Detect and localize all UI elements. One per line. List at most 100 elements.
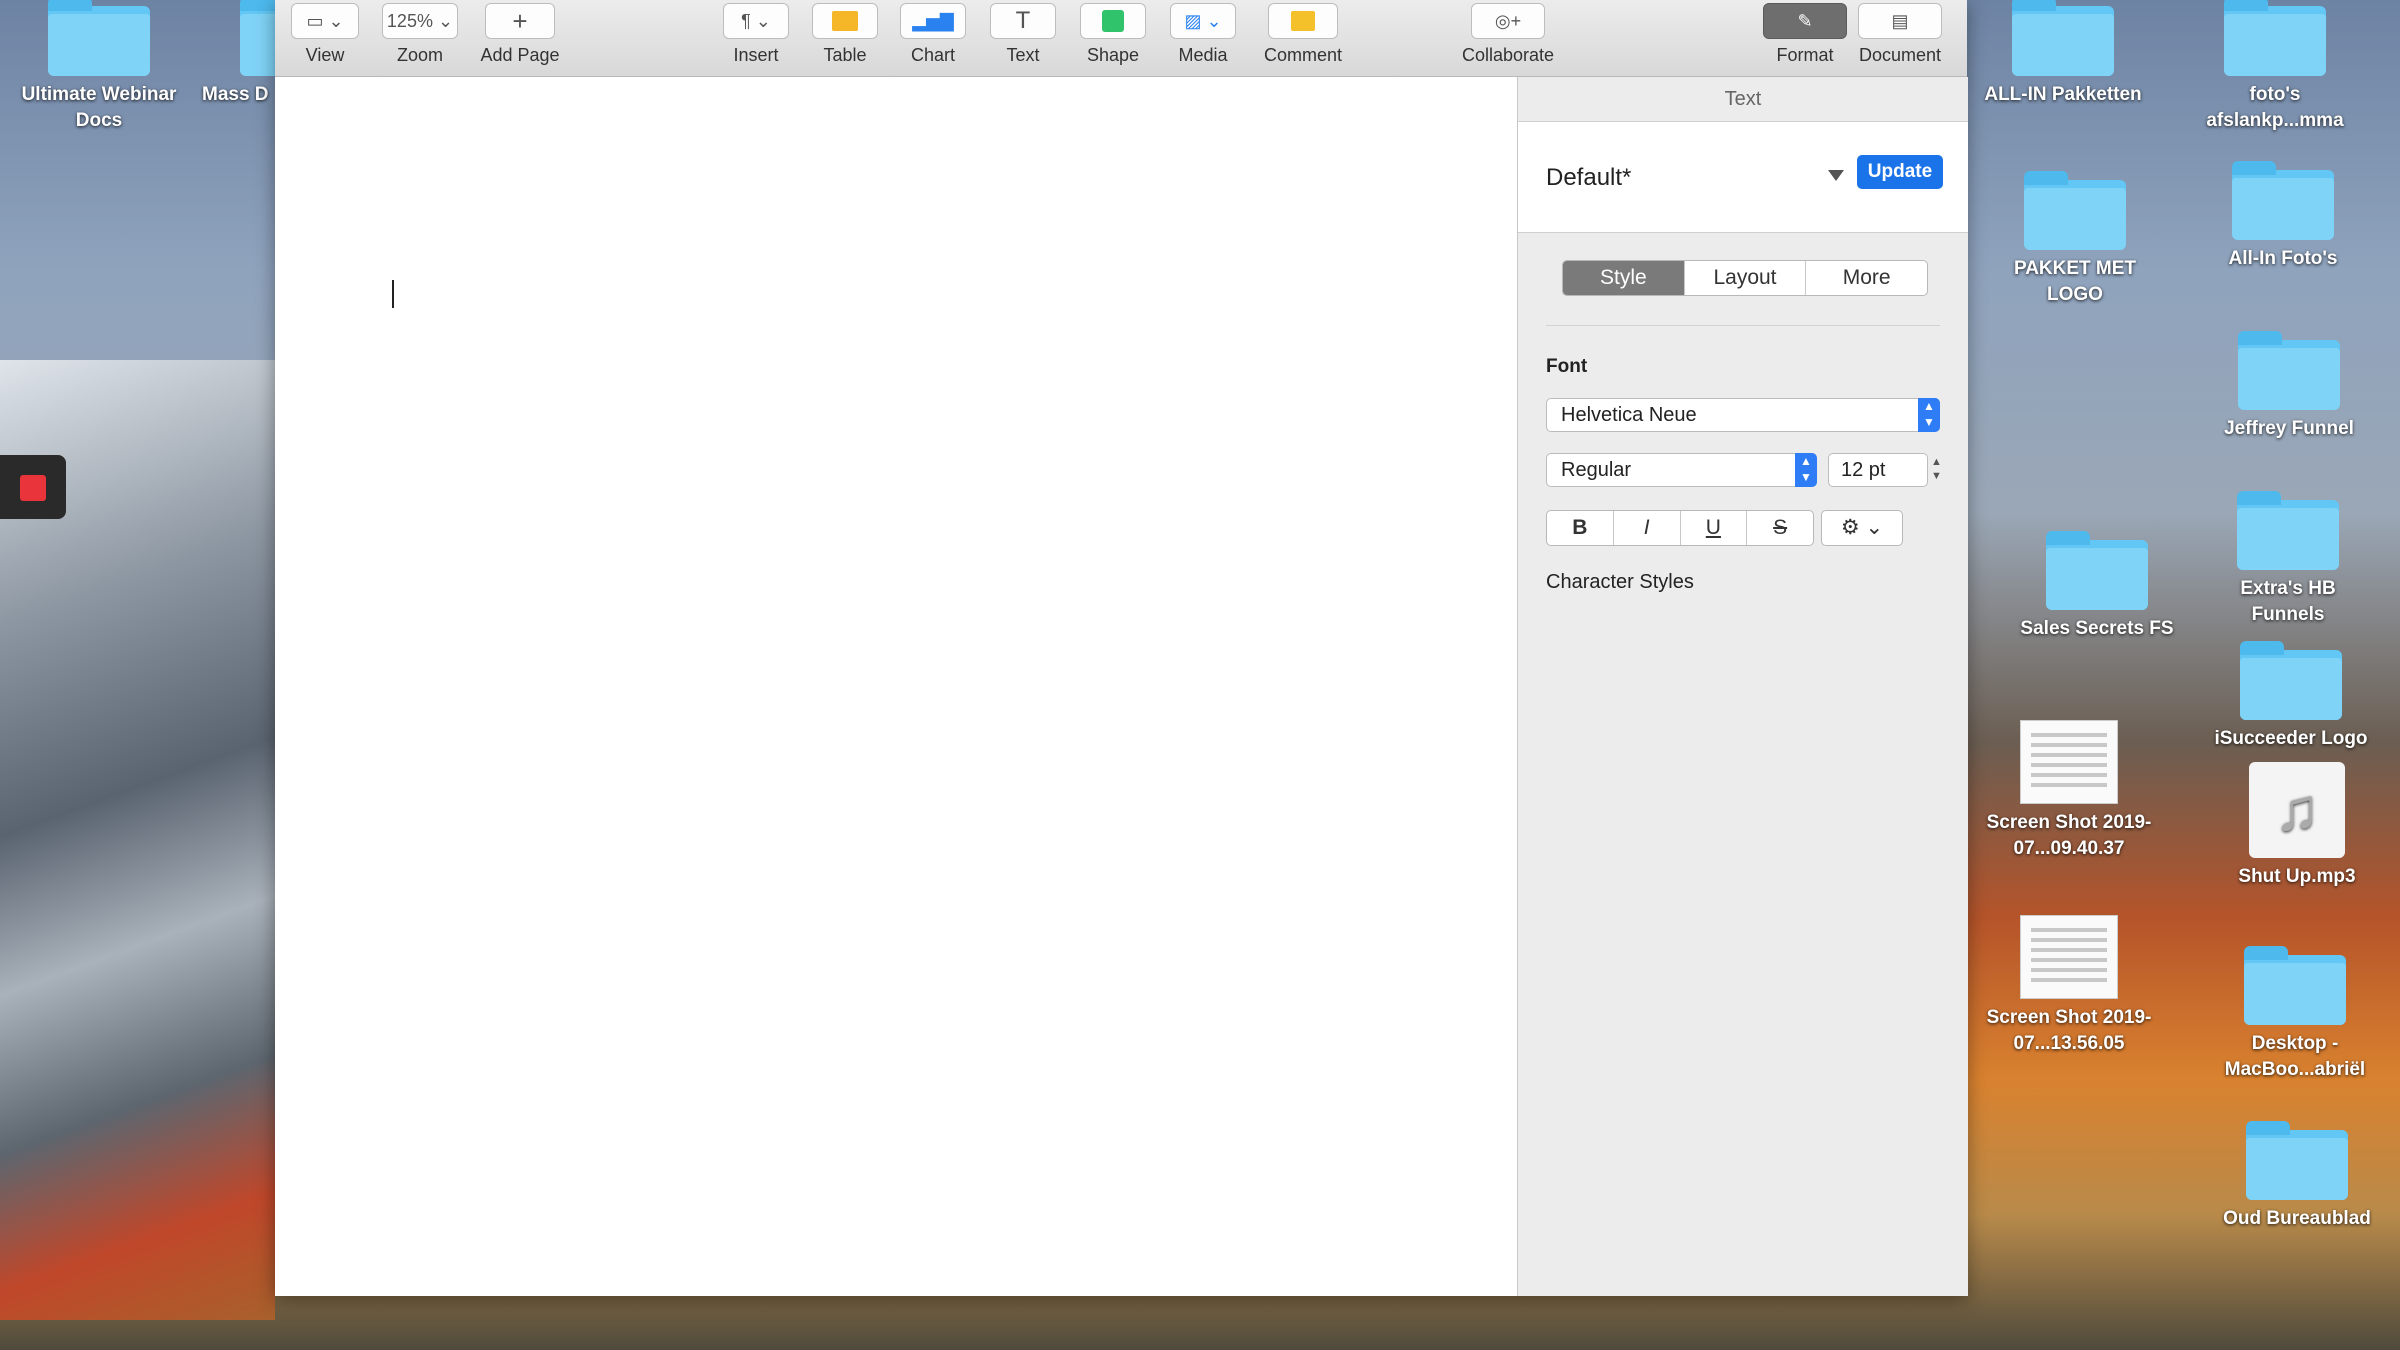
- desktop-folder-oud-bureaublad[interactable]: Oud Bureaublad: [2212, 1121, 2382, 1232]
- desktop-icon-label: Mass D: [202, 84, 269, 105]
- desktop-icon-label: All-In Foto's: [2228, 248, 2338, 269]
- table-icon: [812, 3, 878, 39]
- tab-layout[interactable]: Layout: [1685, 261, 1807, 295]
- font-size-field[interactable]: 12 pt: [1828, 453, 1928, 487]
- toolbar-chart[interactable]: ▂▅▇ Chart: [898, 3, 968, 66]
- up-down-stepper-icon: ▲ ▼: [1918, 398, 1940, 432]
- font-size-value: 12 pt: [1841, 459, 1886, 481]
- gear-glyph: ⚙: [1840, 516, 1860, 539]
- italic-button[interactable]: I: [1614, 511, 1681, 545]
- toolbar-zoom[interactable]: 125% ⌄ Zoom: [380, 3, 460, 66]
- text-box-icon: T: [990, 3, 1056, 39]
- up-down-stepper-icon: ▲ ▼: [1795, 453, 1817, 487]
- desktop-icon-label: Screen Shot 2019-07...13.56.05: [1986, 1007, 2152, 1054]
- desktop-folder-all-in-fotos[interactable]: All-In Foto's: [2198, 161, 2368, 272]
- document-icon: ▤: [1858, 3, 1942, 39]
- character-styles-label: Character Styles: [1546, 571, 1694, 593]
- paragraph-icon: ¶ ⌄: [723, 3, 789, 39]
- folder-icon: [2046, 531, 2148, 610]
- font-family-select[interactable]: Helvetica Neue ▲ ▼: [1546, 398, 1940, 432]
- desktop-folder-isucceeder-logo[interactable]: iSucceeder Logo: [2206, 641, 2376, 752]
- screen-record-stop-button[interactable]: [0, 455, 66, 519]
- tab-more[interactable]: More: [1806, 261, 1927, 295]
- bold-button[interactable]: B: [1547, 511, 1614, 545]
- toolbar-table[interactable]: Table: [810, 3, 880, 66]
- underline-button[interactable]: U: [1681, 511, 1748, 545]
- toolbar-collaborate[interactable]: ◎+ Collaborate: [1453, 3, 1563, 66]
- document-canvas[interactable]: [275, 77, 1517, 1296]
- text-cursor: [392, 280, 394, 308]
- desktop-folder-fotos-afslank[interactable]: foto's afslankp...mma: [2190, 0, 2360, 133]
- folder-icon: [2237, 491, 2339, 570]
- paragraph-style-box: Default* Update: [1518, 122, 1968, 233]
- collaborate-icon: ◎+: [1471, 3, 1545, 39]
- chart-icon: ▂▅▇: [900, 3, 966, 39]
- toolbar-label: Format: [1776, 45, 1834, 65]
- toolbar-label: Shape: [1086, 45, 1140, 65]
- toolbar-text[interactable]: T Text: [988, 3, 1058, 66]
- desktop-icon-label: foto's afslankp...mma: [2206, 84, 2344, 131]
- desktop-file-shut-up-mp3[interactable]: ♫ Shut Up.mp3: [2212, 762, 2382, 890]
- toolbar-label: View: [305, 45, 345, 65]
- toolbar: ▭ ⌄ View 125% ⌄ Zoom + Add Page ¶ ⌄ Inse…: [275, 0, 1967, 77]
- toolbar-view[interactable]: ▭ ⌄ View: [289, 3, 361, 66]
- shape-icon: [1080, 3, 1146, 39]
- toolbar-label: Add Page: [480, 45, 560, 65]
- desktop-icon-label: Jeffrey Funnel: [2224, 418, 2354, 439]
- folder-icon: [2246, 1121, 2348, 1200]
- comment-icon: [1268, 3, 1338, 39]
- desktop-icon-label: ALL-IN Pakketten: [1984, 84, 2142, 105]
- plus-icon: +: [485, 3, 555, 39]
- toolbar-document[interactable]: ▤ Document: [1850, 3, 1950, 66]
- desktop-folder-desktop-macbook[interactable]: Desktop - MacBoo...abriël: [2210, 946, 2380, 1082]
- divider: [1546, 325, 1940, 326]
- desktop-icon-label: Sales Secrets FS: [2020, 618, 2174, 639]
- desktop-folder-sales-secrets[interactable]: Sales Secrets FS: [2012, 531, 2182, 642]
- toolbar-label: Text: [1006, 45, 1040, 65]
- desktop-folder-all-in-pakketten[interactable]: ALL-IN Pakketten: [1978, 0, 2148, 108]
- folder-icon: [2238, 331, 2340, 410]
- advanced-options-button[interactable]: ⚙ ⌄: [1821, 510, 1903, 546]
- toolbar-label: Insert: [733, 45, 779, 65]
- desktop-folder-extras-hb-funnels[interactable]: Extra's HB Funnels: [2203, 491, 2373, 627]
- toolbar-insert[interactable]: ¶ ⌄ Insert: [721, 3, 791, 66]
- toolbar-shape[interactable]: Shape: [1078, 3, 1148, 66]
- desktop-icon-label: Extra's HB Funnels: [2240, 578, 2336, 625]
- chevron-down-icon[interactable]: [1828, 170, 1844, 181]
- toolbar-format[interactable]: ✎ Format: [1760, 3, 1850, 66]
- pages-window: ▭ ⌄ View 125% ⌄ Zoom + Add Page ¶ ⌄ Inse…: [275, 0, 1968, 1296]
- font-size-stepper[interactable]: ▲ ▼: [1931, 455, 1942, 483]
- desktop-folder-ultimate-webinar-docs[interactable]: Ultimate Webinar Docs: [14, 0, 184, 133]
- toolbar-label: Chart: [910, 45, 955, 65]
- toolbar-media[interactable]: ▨ ⌄ Media: [1168, 3, 1238, 66]
- zoom-value: 125%: [386, 10, 433, 31]
- folder-icon: [48, 0, 150, 76]
- stop-icon: [20, 475, 46, 501]
- screenshot-thumbnail-icon: [2020, 720, 2118, 804]
- folder-icon: [2240, 641, 2342, 720]
- toolbar-label: Media: [1178, 45, 1228, 65]
- desktop-folder-jeffrey-funnel[interactable]: Jeffrey Funnel: [2204, 331, 2374, 442]
- toolbar-label: Document: [1858, 45, 1942, 65]
- folder-icon: [2012, 0, 2114, 76]
- desktop-icon-label: Desktop - MacBoo...abriël: [2224, 1033, 2366, 1080]
- desktop-file-screenshot-2[interactable]: Screen Shot 2019-07...13.56.05: [1984, 915, 2154, 1056]
- sidebar-title: Text: [1518, 77, 1968, 122]
- toolbar-label: Comment: [1263, 45, 1343, 65]
- toolbar-comment[interactable]: Comment: [1258, 3, 1348, 66]
- strikethrough-button[interactable]: S: [1747, 511, 1813, 545]
- update-style-button[interactable]: Update: [1857, 155, 1943, 189]
- desktop-file-screenshot-1[interactable]: Screen Shot 2019-07...09.40.37: [1984, 720, 2154, 861]
- zoom-select[interactable]: 125% ⌄: [382, 3, 458, 39]
- desktop-icon-label: PAKKET MET LOGO: [2013, 258, 2137, 305]
- font-family-value: Helvetica Neue: [1561, 404, 1697, 426]
- paragraph-style-select[interactable]: Default*: [1546, 164, 1631, 192]
- text-format-buttons: B I U S: [1546, 510, 1814, 546]
- screenshot-thumbnail-icon: [2020, 915, 2118, 999]
- paintbrush-icon: ✎: [1763, 3, 1847, 39]
- font-typeface-select[interactable]: Regular ▲ ▼: [1546, 453, 1817, 487]
- tab-style[interactable]: Style: [1563, 261, 1685, 295]
- toolbar-add-page[interactable]: + Add Page: [475, 3, 565, 66]
- desktop-folder-pakket-met-logo[interactable]: PAKKET MET LOGO: [1990, 171, 2160, 307]
- desktop-folder-mass-d[interactable]: Mass D: [170, 0, 342, 108]
